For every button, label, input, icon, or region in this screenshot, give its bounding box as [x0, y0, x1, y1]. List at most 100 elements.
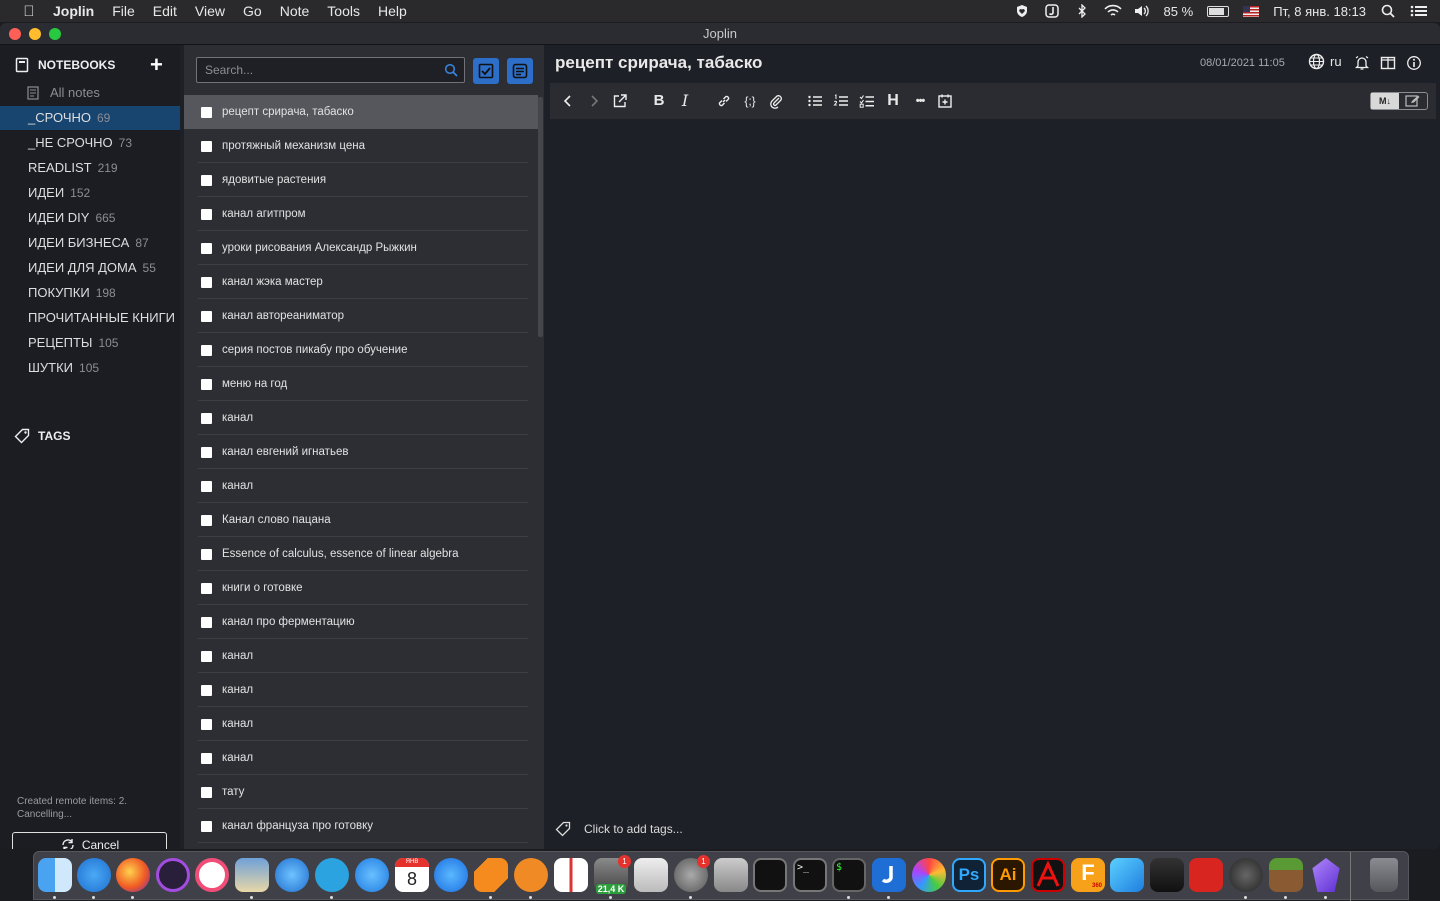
finder-icon[interactable] — [38, 858, 72, 892]
note-list-item[interactable]: Essence of calculus, essence of linear a… — [184, 537, 528, 571]
wifi-icon[interactable] — [1103, 4, 1122, 18]
todo-checkbox[interactable] — [201, 412, 212, 424]
vlc-icon[interactable] — [474, 858, 508, 892]
final-cut-pro-icon[interactable] — [1150, 858, 1184, 892]
mail-client-icon[interactable] — [275, 858, 309, 892]
note-list-item[interactable]: канал — [184, 639, 528, 673]
todo-checkbox[interactable] — [201, 310, 212, 322]
notebooks-header[interactable]: NOTEBOOKS — [14, 57, 115, 73]
todo-checkbox[interactable] — [201, 514, 212, 526]
sidebar-notebook-item[interactable]: READLIST 219 — [0, 156, 180, 180]
toggle-layout-icon[interactable] — [1380, 55, 1396, 71]
window-titlebar[interactable]: Joplin — [0, 23, 1440, 45]
todo-checkbox[interactable] — [201, 378, 212, 390]
menu-note[interactable]: Note — [280, 3, 310, 19]
sidebar-notebook-item[interactable]: ИДЕИ DIY 665 — [0, 206, 180, 230]
note-list-item[interactable]: книги о готовке — [184, 571, 528, 605]
todo-checkbox[interactable] — [201, 548, 212, 560]
spellcheck-language-button[interactable]: ru — [1308, 53, 1342, 70]
markdown-mode-icon[interactable]: M↓ — [1371, 93, 1399, 109]
iterm-icon[interactable]: $ — [832, 858, 866, 892]
note-list-item[interactable]: ядовитые растения — [184, 163, 528, 197]
sidebar-notebook-item[interactable]: ИДЕИ ДЛЯ ДОМА 55 — [0, 256, 180, 280]
back-icon[interactable] — [560, 93, 576, 109]
minimize-window-button[interactable] — [29, 28, 41, 40]
bluetooth-icon[interactable] — [1074, 3, 1090, 19]
sidebar-notebook-item[interactable]: ШУТКИ 105 — [0, 356, 180, 380]
todo-checkbox[interactable] — [201, 344, 212, 356]
heading-icon[interactable]: H — [885, 93, 901, 109]
joplin-tray-icon[interactable] — [1044, 4, 1060, 18]
sidebar-notebook-item[interactable]: ИДЕИ БИЗНЕСА 87 — [0, 231, 180, 255]
todo-checkbox[interactable] — [201, 718, 212, 730]
attachment-icon[interactable] — [768, 93, 784, 109]
note-list-item[interactable]: канал — [184, 469, 528, 503]
cancel-sync-button[interactable]: Cancel — [12, 832, 167, 849]
sidebar-notebook-item[interactable]: _НЕ СРОЧНО 73 — [0, 131, 180, 155]
note-title[interactable]: рецепт срирача, табаско — [555, 53, 762, 73]
sidebar-notebook-item[interactable]: РЕЦЕПТЫ 105 — [0, 331, 180, 355]
joplin-dock-icon[interactable] — [872, 858, 906, 892]
sidebar-notebook-item[interactable]: ПОКУПКИ 198 — [0, 281, 180, 305]
preview-icon[interactable] — [235, 858, 269, 892]
note-list-item[interactable]: канал жэка мастер — [184, 265, 528, 299]
todo-checkbox[interactable] — [201, 786, 212, 798]
battery-percent[interactable]: 85 % — [1164, 4, 1194, 19]
note-list-item[interactable]: уроки рисования Александр Рыжкин — [184, 231, 528, 265]
shield-heart-icon[interactable] — [1014, 4, 1030, 18]
safari-icon[interactable] — [77, 858, 111, 892]
sidebar-notebook-item[interactable]: ИДЕИ 152 — [0, 181, 180, 205]
forward-icon[interactable] — [586, 93, 602, 109]
music-icon[interactable] — [195, 858, 229, 892]
italic-icon[interactable]: I — [677, 93, 693, 109]
code-icon[interactable]: {;} — [742, 93, 758, 109]
note-info-icon[interactable] — [1406, 55, 1422, 71]
menu-tools[interactable]: Tools — [327, 3, 360, 19]
shapr3d-icon[interactable] — [1110, 858, 1144, 892]
note-list-item[interactable]: канал — [184, 707, 528, 741]
menu-app-name[interactable]: Joplin — [53, 3, 94, 19]
new-note-button[interactable] — [507, 58, 533, 84]
app-store-icon[interactable] — [434, 858, 468, 892]
sidebar-notebook-item[interactable]: _СРОЧНО 69 — [0, 106, 180, 130]
messages-icon[interactable] — [355, 858, 389, 892]
todo-checkbox[interactable] — [201, 582, 212, 594]
archive-utility-icon[interactable] — [634, 858, 668, 892]
dictionary-icon[interactable] — [554, 858, 588, 892]
todo-checkbox[interactable] — [201, 480, 212, 492]
note-list-item[interactable]: канал — [184, 673, 528, 707]
firefox-icon[interactable] — [116, 858, 150, 892]
note-list-item[interactable]: рецепт срирача, табаско — [184, 95, 538, 129]
new-todo-button[interactable] — [473, 58, 499, 84]
note-list-item[interactable]: канал француза про готовку — [184, 809, 528, 843]
search-input[interactable]: Search... — [196, 57, 465, 83]
disk-utility-icon[interactable] — [714, 858, 748, 892]
obsidian-icon[interactable] — [1312, 858, 1340, 892]
note-list-item[interactable]: меню на год — [184, 367, 528, 401]
more-icon[interactable]: ••• — [909, 93, 931, 109]
menu-help[interactable]: Help — [378, 3, 407, 19]
books-icon[interactable] — [514, 858, 548, 892]
illustrator-icon[interactable]: Ai — [991, 858, 1025, 892]
todo-checkbox[interactable] — [201, 174, 212, 186]
podcasts-icon[interactable] — [156, 858, 190, 892]
insert-datetime-icon[interactable] — [937, 93, 953, 109]
menu-file[interactable]: File — [112, 3, 135, 19]
note-list-item[interactable]: канал евгений игнатьев — [184, 435, 528, 469]
todo-checkbox[interactable] — [201, 446, 212, 458]
todo-checkbox[interactable] — [201, 276, 212, 288]
todo-checkbox[interactable] — [201, 140, 212, 152]
tags-bar[interactable]: Click to add tags... — [555, 821, 683, 837]
note-list-item[interactable]: протяжный механизм цена — [184, 129, 528, 163]
sidebar-item-all-notes[interactable]: All notes — [0, 81, 180, 105]
todo-checkbox[interactable] — [201, 820, 212, 832]
external-edit-icon[interactable] — [612, 93, 628, 109]
activity-monitor-icon[interactable] — [753, 858, 787, 892]
menu-go[interactable]: Go — [243, 3, 262, 19]
search-icon[interactable] — [444, 63, 458, 77]
launchpad-star-icon[interactable] — [1229, 858, 1263, 892]
menu-edit[interactable]: Edit — [153, 3, 177, 19]
numbered-list-icon[interactable] — [833, 93, 849, 109]
todo-checkbox[interactable] — [201, 242, 212, 254]
zoom-window-button[interactable] — [49, 28, 61, 40]
